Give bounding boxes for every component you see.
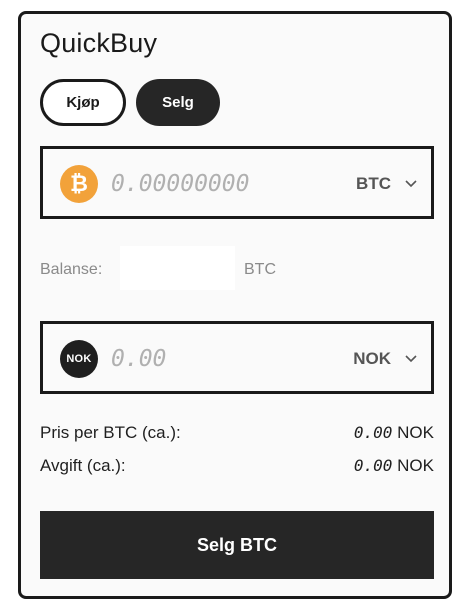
- price-value: 0.00 NOK: [354, 423, 434, 443]
- price-label: Pris per BTC (ca.):: [40, 423, 181, 442]
- fee-row: Avgift (ca.): 0.00 NOK: [40, 456, 434, 476]
- buy-tab[interactable]: Kjøp: [40, 79, 126, 126]
- fee-amount: 0.00: [353, 456, 393, 475]
- fiat-currency-code: NOK: [353, 349, 391, 368]
- crypto-currency-select[interactable]: BTC: [356, 167, 417, 201]
- fiat-currency-select[interactable]: NOK: [353, 342, 417, 376]
- widget-title: QuickBuy: [40, 28, 158, 58]
- fee-unit: NOK: [397, 456, 434, 475]
- price-row: Pris per BTC (ca.): 0.00 NOK: [40, 423, 434, 443]
- fiat-amount-field: NOK NOK: [40, 321, 434, 394]
- price-unit: NOK: [397, 423, 434, 442]
- chevron-down-icon: [405, 355, 417, 363]
- crypto-amount-input[interactable]: [111, 165, 311, 203]
- crypto-amount-field: ₿ BTC: [40, 146, 434, 219]
- chevron-down-icon: [405, 180, 417, 188]
- crypto-currency-code: BTC: [356, 174, 391, 193]
- balance-label: Balanse:: [40, 261, 103, 278]
- balance-unit: BTC: [244, 261, 276, 278]
- sell-btc-button[interactable]: Selg BTC: [40, 511, 434, 579]
- fee-value: 0.00 NOK: [354, 456, 434, 476]
- balance-value: [120, 246, 235, 290]
- nok-icon: NOK: [60, 340, 98, 378]
- fiat-amount-input[interactable]: [111, 340, 311, 378]
- fee-label: Avgift (ca.):: [40, 456, 126, 475]
- bitcoin-icon: ₿: [60, 165, 98, 203]
- price-amount: 0.00: [353, 423, 393, 442]
- sell-tab[interactable]: Selg: [136, 79, 220, 126]
